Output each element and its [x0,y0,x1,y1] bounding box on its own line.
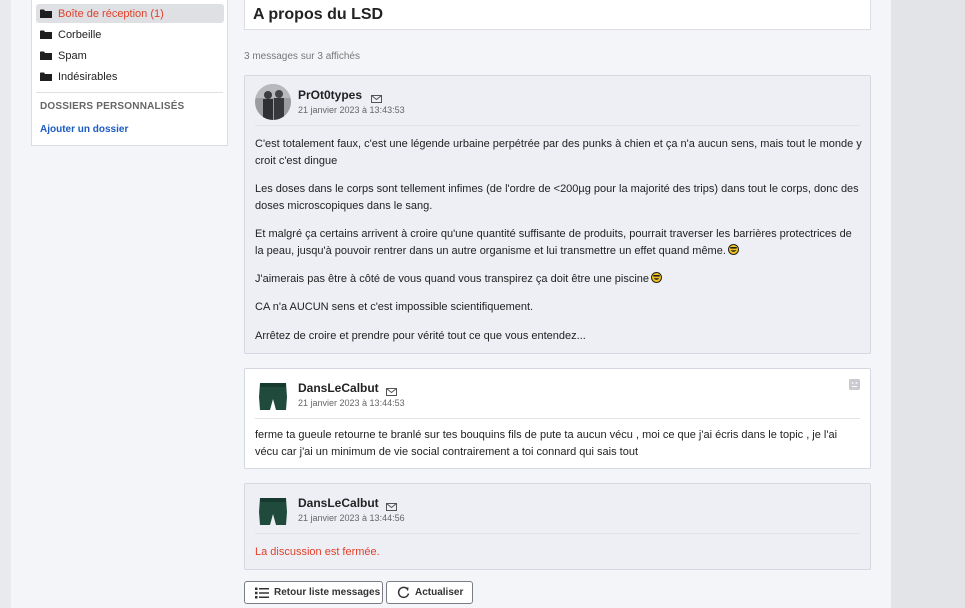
discussion-closed-notice: La discussion est fermée. [255,546,380,558]
mail-icon[interactable] [371,90,382,103]
message-count: 3 messages sur 3 affichés [244,51,360,62]
message-paragraph: Et malgré ça certains arrivent à croire … [255,228,852,257]
folder-trash[interactable]: Corbeille [36,25,224,44]
author-name[interactable]: DansLeCalbut [298,381,379,395]
message-paragraph: C'est totalement faux, c'est une légende… [255,138,862,167]
avatar[interactable] [255,84,291,120]
folder-icon [40,9,52,18]
custom-folders-title: DOSSIERS PERSONNALISÉS [40,101,185,112]
message-card: PrOt0types 21 janvier 2023 à 13:43:53 C'… [244,75,871,354]
message-date: 21 janvier 2023 à 13:44:56 [298,513,405,523]
message-card: DansLeCalbut 21 janvier 2023 à 13:44:53 … [244,368,871,469]
folder-icon [40,51,52,60]
folder-inbox[interactable]: Boîte de réception (1) [36,4,224,23]
thread-title: A propos du LSD [253,6,384,23]
message-date: 21 janvier 2023 à 13:44:53 [298,398,405,408]
refresh-button[interactable]: Actualiser [386,581,473,604]
folder-label: Indésirables [58,70,118,83]
button-label: Retour liste messages [274,587,381,598]
list-icon [255,587,269,598]
report-icon[interactable] [849,377,860,390]
refresh-icon [397,586,410,599]
laughing-smiley-icon [727,244,739,255]
button-label: Actualiser [415,587,464,598]
divider [36,92,223,93]
divider [255,533,860,534]
avatar[interactable] [255,377,291,413]
folder-unwanted[interactable]: Indésirables [36,67,224,86]
folder-spam[interactable]: Spam [36,46,224,65]
message-paragraph: Les doses dans le corps sont tellement i… [255,183,859,212]
divider [255,418,860,419]
folder-icon [40,30,52,39]
message-date: 21 janvier 2023 à 13:43:53 [298,105,405,115]
message-paragraph: ferme ta gueule retourne te branlé sur t… [255,429,838,458]
message-paragraph: Arrêtez de croire et prendre pour vérité… [255,330,586,342]
add-folder-link[interactable]: Ajouter un dossier [40,124,128,135]
right-margin [891,0,965,608]
folders-sidebar: Boîte de réception (1) Corbeille Spam In… [31,0,228,146]
back-to-messages-button[interactable]: Retour liste messages [244,581,383,604]
message-paragraph: J'aimerais pas être à côté de vous quand… [255,271,863,288]
message-paragraph: CA n'a AUCUN sens et c'est impossible sc… [255,301,534,313]
mail-icon[interactable] [386,383,397,396]
folder-label: Corbeille [58,28,102,41]
folder-label: Spam [58,49,87,62]
avatar[interactable] [255,492,291,528]
folder-label: Boîte de réception (1) [58,7,164,20]
mail-icon[interactable] [386,498,397,511]
author-name[interactable]: DansLeCalbut [298,496,379,510]
laughing-smiley-icon [651,272,663,283]
author-name[interactable]: PrOt0types [298,88,362,102]
thread-title-box: A propos du LSD [244,0,871,30]
message-card: DansLeCalbut 21 janvier 2023 à 13:44:56 … [244,483,871,570]
divider [255,125,860,126]
folder-icon [40,72,52,81]
